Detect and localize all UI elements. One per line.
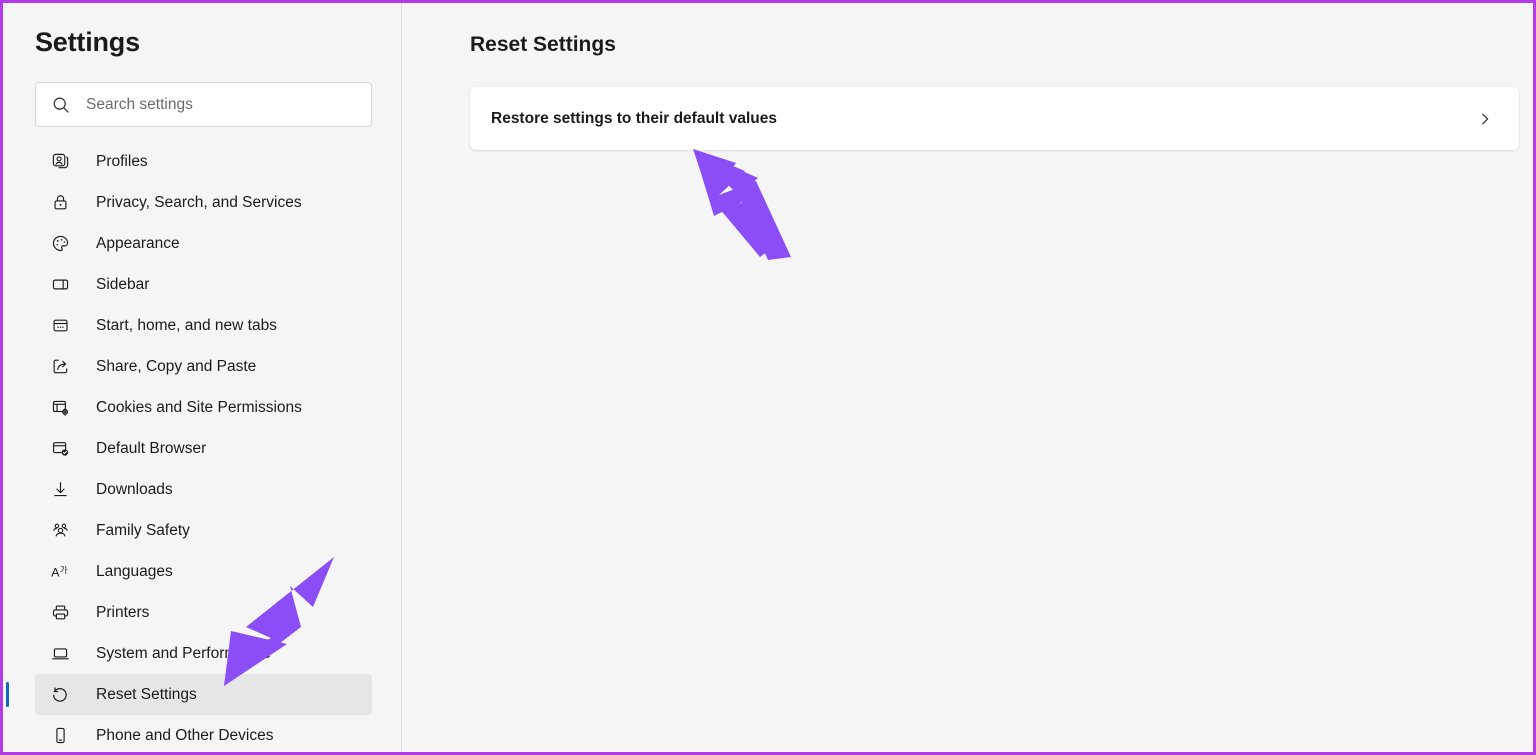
download-arrow-icon xyxy=(49,479,71,501)
svg-text:가: 가 xyxy=(59,565,67,575)
sidebar-item-profiles[interactable]: Profiles xyxy=(35,141,372,182)
settings-window: Settings Search settings Profiles Privac… xyxy=(0,0,1536,755)
search-settings-box[interactable] xyxy=(35,82,372,127)
sidebar-item-cookies-and-site-permissions[interactable]: Cookies and Site Permissions xyxy=(35,387,372,428)
sidebar-item-default-browser[interactable]: Default Browser xyxy=(35,428,372,469)
sidebar-item-label: Downloads xyxy=(96,480,173,498)
sidebar-item-label: Family Safety xyxy=(96,521,190,539)
page-heading-settings: Settings xyxy=(35,27,140,57)
search-icon xyxy=(52,96,70,114)
sidebar-item-privacy-search-and-services[interactable]: Privacy, Search, and Services xyxy=(35,182,372,223)
reset-arrow-icon xyxy=(49,684,71,706)
sidebar-item-system-and-performance[interactable]: System and Performance xyxy=(35,633,372,674)
sidebar-item-label: Default Browser xyxy=(96,439,207,457)
sidebar-item-label: System and Performance xyxy=(96,644,271,662)
settings-main-panel: Reset Settings Restore settings to their… xyxy=(403,3,1533,752)
sidebar-item-label: Reset Settings xyxy=(96,685,197,703)
settings-sidebar: Settings Search settings Profiles Privac… xyxy=(3,3,402,752)
sidebar-item-phone-and-other-devices[interactable]: Phone and Other Devices xyxy=(35,715,372,752)
sidebar-item-label: Phone and Other Devices xyxy=(96,726,274,744)
printer-icon xyxy=(49,602,71,624)
sidebar-item-downloads[interactable]: Downloads xyxy=(35,469,372,510)
sidebar-panel-icon xyxy=(49,274,71,296)
sidebar-item-sidebar[interactable]: Sidebar xyxy=(35,264,372,305)
people-group-icon xyxy=(49,520,71,542)
restore-defaults-label: Restore settings to their default values xyxy=(491,109,777,127)
share-icon xyxy=(49,356,71,378)
laptop-icon xyxy=(49,643,71,665)
sidebar-item-printers[interactable]: Printers xyxy=(35,592,372,633)
sidebar-item-start-home-and-new-tabs[interactable]: Start, home, and new tabs xyxy=(35,305,372,346)
sidebar-item-label: Start, home, and new tabs xyxy=(96,316,277,334)
sidebar-item-languages[interactable]: A 가 Languages xyxy=(35,551,372,592)
languages-icon: A 가 xyxy=(49,561,71,583)
sidebar-item-label: Appearance xyxy=(96,234,180,252)
sidebar-item-label: Share, Copy and Paste xyxy=(96,357,257,375)
sidebar-item-appearance[interactable]: Appearance xyxy=(35,223,372,264)
chevron-right-icon[interactable] xyxy=(1477,111,1493,127)
sidebar-item-label: Languages xyxy=(96,562,173,580)
sidebar-item-share-copy-and-paste[interactable]: Share, Copy and Paste xyxy=(35,346,372,387)
sidebar-item-label: Printers xyxy=(96,603,150,621)
search-input[interactable] xyxy=(86,95,341,114)
sidebar-item-label: Profiles xyxy=(96,152,148,170)
palette-icon xyxy=(49,233,71,255)
sidebar-item-label: Privacy, Search, and Services xyxy=(96,193,302,211)
restore-defaults-row[interactable]: Restore settings to their default values xyxy=(470,87,1519,150)
sidebar-item-label: Sidebar xyxy=(96,275,150,293)
sidebar-item-reset-settings[interactable]: Reset Settings xyxy=(6,674,372,715)
browser-window-icon xyxy=(49,315,71,337)
phone-icon xyxy=(49,725,71,747)
profiles-icon xyxy=(49,151,71,173)
lock-icon xyxy=(49,192,71,214)
site-permissions-icon xyxy=(49,397,71,419)
settings-nav-list: Profiles Privacy, Search, and Services A… xyxy=(3,141,401,752)
sidebar-item-label: Cookies and Site Permissions xyxy=(96,398,302,416)
page-title: Reset Settings xyxy=(470,33,616,56)
sidebar-item-family-safety[interactable]: Family Safety xyxy=(35,510,372,551)
default-browser-check-icon xyxy=(49,438,71,460)
